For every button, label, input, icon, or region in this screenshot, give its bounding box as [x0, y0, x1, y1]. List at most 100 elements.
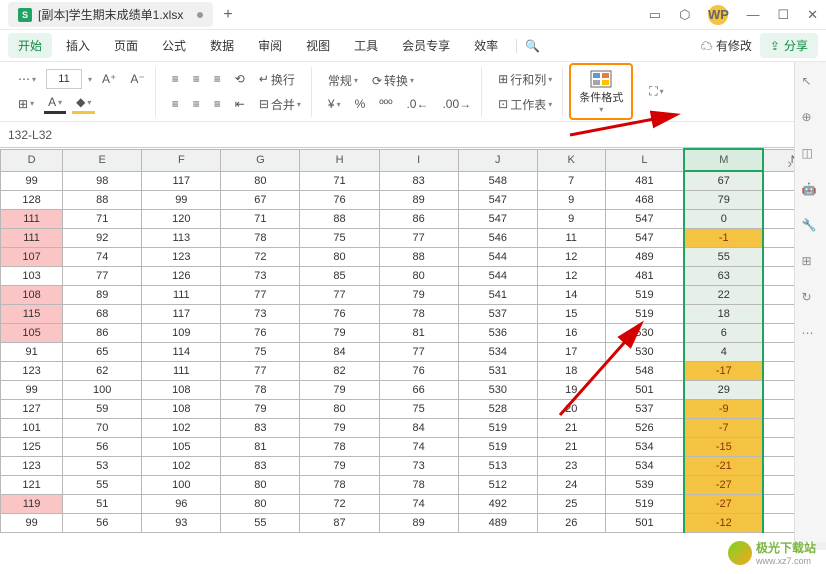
cell[interactable]: 489 — [605, 247, 684, 266]
cell[interactable]: 547 — [458, 190, 537, 209]
crop-button[interactable]: ⛶▾ — [645, 82, 667, 101]
table-row[interactable]: 1215510080787851224539-27 — [1, 475, 826, 494]
cell[interactable]: 77 — [379, 342, 458, 361]
cell[interactable]: 88 — [379, 247, 458, 266]
cell[interactable]: 56 — [63, 437, 142, 456]
table-row[interactable]: 1117112071888654795470 — [1, 209, 826, 228]
cell[interactable]: 9 — [537, 190, 605, 209]
cell[interactable]: 88 — [63, 190, 142, 209]
cell[interactable]: 79 — [684, 190, 763, 209]
cell[interactable]: 84 — [379, 418, 458, 437]
cell[interactable]: 77 — [221, 285, 300, 304]
cell[interactable]: 86 — [63, 323, 142, 342]
cell[interactable]: 78 — [221, 228, 300, 247]
menu-formula[interactable]: 公式 — [152, 33, 196, 58]
menu-review[interactable]: 审阅 — [248, 33, 292, 58]
table-row[interactable]: 1017010283798451921526-7 — [1, 418, 826, 437]
font-dropdown[interactable]: ⋯ ▾ — [14, 70, 40, 88]
cell[interactable]: 87 — [300, 513, 379, 532]
cell[interactable]: 548 — [605, 361, 684, 380]
cell[interactable]: 531 — [458, 361, 537, 380]
menu-member[interactable]: 会员专享 — [392, 33, 460, 58]
cell[interactable]: 89 — [379, 190, 458, 209]
search-icon[interactable]: 🔍 — [516, 39, 548, 53]
table-row[interactable]: 108891117777795411451922 — [1, 285, 826, 304]
cell[interactable]: 123 — [142, 247, 221, 266]
table-row[interactable]: 10586109767981536165306 — [1, 323, 826, 342]
cell[interactable]: 539 — [605, 475, 684, 494]
file-tab[interactable]: S [副本]学生期末成绩单1.xlsx — [8, 2, 213, 27]
align-left-button[interactable]: ≡ — [168, 95, 183, 113]
column-header-L[interactable]: L — [605, 149, 684, 171]
data-table[interactable]: DEFGHIJKLMN 9998117807183548748167128889… — [0, 148, 826, 533]
cell[interactable]: 96 — [142, 494, 221, 513]
cell[interactable]: 99 — [1, 171, 63, 190]
cell[interactable]: 80 — [221, 494, 300, 513]
grid-icon[interactable]: ⊞ — [802, 254, 820, 272]
cell[interactable]: -27 — [684, 494, 763, 513]
cell[interactable]: 59 — [63, 399, 142, 418]
decrease-decimal-button[interactable]: .0← — [402, 95, 432, 113]
cursor-icon[interactable]: ↖ — [802, 74, 820, 92]
cell[interactable]: 548 — [458, 171, 537, 190]
cell[interactable]: 72 — [221, 247, 300, 266]
cell[interactable]: 70 — [63, 418, 142, 437]
cell[interactable]: 63 — [684, 266, 763, 285]
cell[interactable]: 91 — [1, 342, 63, 361]
cell[interactable]: 534 — [458, 342, 537, 361]
cell[interactable]: 128 — [1, 190, 63, 209]
table-row[interactable]: 107741237280885441248955 — [1, 247, 826, 266]
orientation-button[interactable]: ⟲ — [231, 70, 249, 88]
cell[interactable]: 115 — [1, 304, 63, 323]
cell[interactable]: 76 — [379, 361, 458, 380]
cell[interactable]: 117 — [142, 171, 221, 190]
cell[interactable]: 519 — [605, 494, 684, 513]
cell[interactable]: 530 — [605, 323, 684, 342]
cell[interactable]: 123 — [1, 456, 63, 475]
cell[interactable]: 53 — [63, 456, 142, 475]
menu-view[interactable]: 视图 — [296, 33, 340, 58]
cell[interactable]: 67 — [684, 171, 763, 190]
cell[interactable]: 111 — [142, 285, 221, 304]
cell[interactable]: 26 — [537, 513, 605, 532]
cell[interactable]: -17 — [684, 361, 763, 380]
cell[interactable]: 528 — [458, 399, 537, 418]
cell[interactable]: 519 — [458, 418, 537, 437]
cell[interactable]: 82 — [300, 361, 379, 380]
cell[interactable]: 513 — [458, 456, 537, 475]
tools-icon[interactable]: 🔧 — [802, 218, 820, 236]
cell[interactable]: 17 — [537, 342, 605, 361]
cell[interactable]: 29 — [684, 380, 763, 399]
column-header-G[interactable]: G — [221, 149, 300, 171]
history-icon[interactable]: ↻ — [802, 290, 820, 308]
cell[interactable]: 109 — [142, 323, 221, 342]
cell[interactable]: 86 — [379, 209, 458, 228]
cell[interactable]: 4 — [684, 342, 763, 361]
cell[interactable]: 547 — [458, 209, 537, 228]
cell[interactable]: 83 — [221, 418, 300, 437]
cell[interactable]: -21 — [684, 456, 763, 475]
align-top-button[interactable]: ≡ — [168, 70, 183, 88]
cell[interactable]: 105 — [1, 323, 63, 342]
cell[interactable]: 83 — [221, 456, 300, 475]
cell[interactable]: 541 — [458, 285, 537, 304]
table-row[interactable]: 119519680727449225519-27 — [1, 494, 826, 513]
user-badge[interactable]: WP — [708, 5, 728, 25]
rowcol-button[interactable]: ⊞ 行和列▾ — [494, 69, 556, 90]
cell[interactable]: 481 — [605, 171, 684, 190]
cell[interactable]: 127 — [1, 399, 63, 418]
decrease-font-button[interactable]: A⁻ — [126, 70, 148, 88]
cell[interactable]: 537 — [605, 399, 684, 418]
layers-icon[interactable]: ◫ — [802, 146, 820, 164]
cell[interactable]: 101 — [1, 418, 63, 437]
cell[interactable]: 73 — [221, 304, 300, 323]
cell[interactable]: 99 — [1, 513, 63, 532]
table-row[interactable]: 991001087879665301950129 — [1, 380, 826, 399]
cell[interactable]: 77 — [300, 285, 379, 304]
cell[interactable]: 544 — [458, 266, 537, 285]
close-button[interactable]: ✕ — [807, 7, 818, 23]
cell[interactable]: 22 — [684, 285, 763, 304]
cell[interactable]: -7 — [684, 418, 763, 437]
cell[interactable]: 85 — [300, 266, 379, 285]
cell[interactable]: -12 — [684, 513, 763, 532]
